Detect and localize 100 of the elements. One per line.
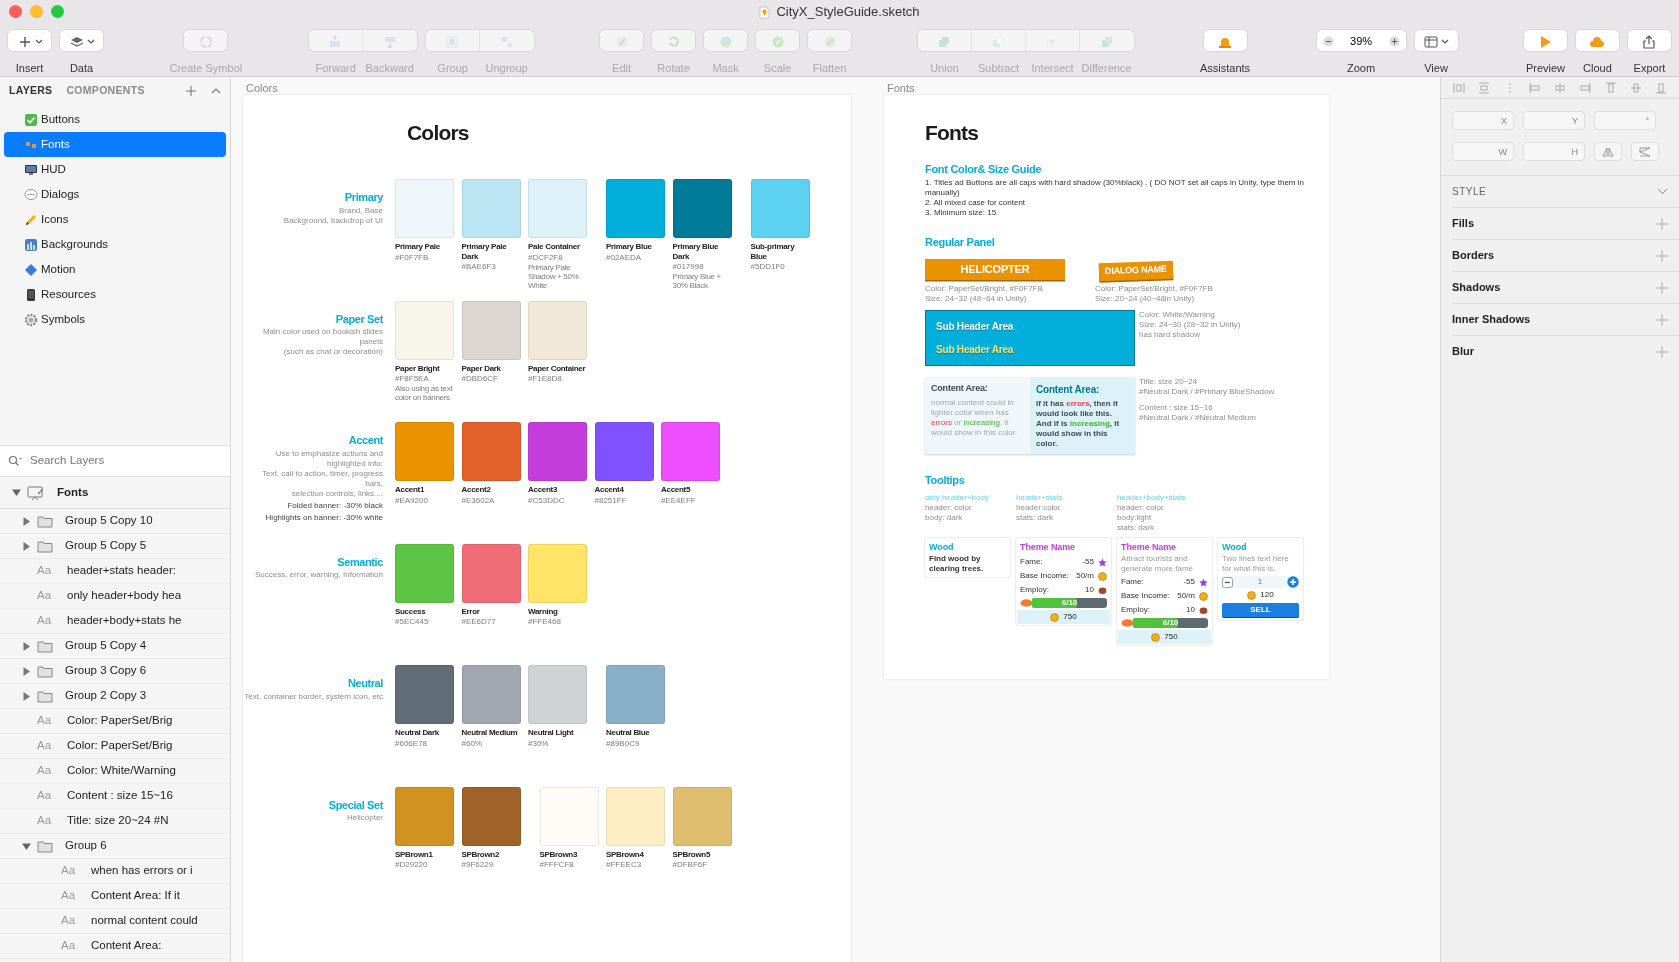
distribute-vertical-icon[interactable]: [1478, 81, 1491, 94]
layer-row[interactable]: Aa Content : size 15~16: [0, 784, 230, 809]
add-icon[interactable]: [185, 85, 197, 97]
layer-row[interactable]: Group 6: [0, 834, 230, 859]
export-button[interactable]: [1627, 30, 1671, 51]
sell-button[interactable]: SELL: [1222, 603, 1299, 617]
layer-row[interactable]: Group 2 Copy 3: [0, 684, 230, 709]
caret-icon: [34, 38, 43, 45]
preview-button[interactable]: [1523, 30, 1567, 51]
layer-row[interactable]: Aa normal content could: [0, 909, 230, 934]
add-icon[interactable]: [1656, 313, 1668, 326]
layer-row[interactable]: Aa Content Area: If it: [0, 884, 230, 909]
flip-horizontal-button[interactable]: [1594, 142, 1622, 161]
add-icon[interactable]: [1656, 217, 1668, 230]
page-item[interactable]: Symbols: [4, 307, 226, 332]
zoom-button[interactable]: 39%: [1316, 30, 1406, 51]
page-item[interactable]: Backgrounds: [4, 232, 226, 257]
sub-header-text: Sub Header Area: [936, 343, 1015, 357]
panel-tab[interactable]: LAYERS: [9, 83, 53, 99]
section-description: Main color used on bookish slides panels: [261, 327, 383, 347]
align-center-icon[interactable]: [1554, 81, 1566, 94]
stat-value: -55: [1082, 556, 1094, 568]
align-right-icon[interactable]: [1579, 81, 1592, 94]
search-bar[interactable]: Search Layers: [0, 445, 230, 477]
stat-label: Employ:: [1020, 584, 1049, 596]
caption: header: color: [1117, 502, 1165, 513]
coin-icon: [1050, 612, 1060, 622]
expanded-triangle-icon[interactable]: [22, 841, 31, 851]
insert-button[interactable]: [8, 30, 51, 51]
collapsed-triangle-icon[interactable]: [22, 691, 31, 701]
layer-row[interactable]: Aa when has errors or i: [0, 859, 230, 884]
layer-row[interactable]: Aa Color: White/Warning: [0, 759, 230, 784]
page-item[interactable]: HUD: [4, 157, 226, 182]
tooltip-title: Wood: [929, 540, 955, 554]
swatch-name: SPBrown3: [539, 849, 579, 859]
page-item[interactable]: Icons: [4, 207, 226, 232]
style-section-title: Fills: [1452, 216, 1474, 232]
page-item[interactable]: Resources: [4, 282, 226, 307]
artboard-title: Colors: [407, 120, 470, 146]
align-left-icon[interactable]: [1528, 81, 1541, 94]
input-field[interactable]: °: [1594, 111, 1656, 130]
collapsed-triangle-icon[interactable]: [22, 516, 31, 526]
cloud-button[interactable]: [1575, 30, 1619, 51]
caption: stats: dark: [1117, 522, 1155, 533]
layer-row[interactable]: Aa only header+body hea: [0, 584, 230, 609]
layer-row[interactable]: Aa Content Area:: [0, 934, 230, 959]
assistants-button[interactable]: [1203, 30, 1247, 51]
section-heading: Regular Panel: [925, 234, 996, 250]
layer-row[interactable]: Aa Title: size 20~24 #N: [0, 809, 230, 834]
layer-row[interactable]: Group 5 Copy 5: [0, 534, 230, 559]
section-header: STYLE: [1452, 185, 1487, 199]
swatch-note: Also using as text color on banners: [395, 384, 454, 402]
page-item[interactable]: Fonts: [4, 132, 226, 157]
add-icon[interactable]: [1656, 281, 1668, 294]
layer-row[interactable]: Aa header+stats header:: [0, 559, 230, 584]
view-button[interactable]: [1414, 30, 1458, 51]
add-icon[interactable]: [1656, 345, 1668, 358]
minus-icon[interactable]: [1222, 576, 1233, 588]
chevron-icon[interactable]: [1657, 188, 1668, 195]
page-item[interactable]: Dialogs: [4, 182, 226, 207]
input-field[interactable]: Y: [1523, 111, 1585, 130]
window-control-icon[interactable]: [9, 5, 22, 18]
page-item[interactable]: Buttons: [4, 107, 226, 132]
content-text: normal content could in lighter color when has errors or increasing, it would show in this color.: [931, 397, 1019, 438]
input-field[interactable]: X: [1452, 111, 1514, 130]
collapse-icon[interactable]: [211, 88, 221, 94]
input-field[interactable]: W: [1452, 142, 1514, 161]
flip-vertical-button[interactable]: [1631, 142, 1659, 161]
expanded-triangle-icon[interactable]: [12, 488, 21, 497]
input-field[interactable]: H: [1523, 142, 1585, 161]
add-icon[interactable]: [1656, 249, 1668, 262]
collapsed-triangle-icon[interactable]: [22, 541, 31, 551]
caption: #Neutral Dark / #Neutral Medium: [1139, 413, 1257, 423]
distribute-horizontal-icon[interactable]: [1453, 81, 1465, 94]
toolbar-label: Union: [929, 60, 960, 76]
layer-row[interactable]: Aa Color: PaperSet/Brig: [0, 734, 230, 759]
collapsed-triangle-icon[interactable]: [22, 641, 31, 651]
data-button[interactable]: [60, 30, 103, 51]
page-item[interactable]: Motion: [4, 257, 226, 282]
layer-row[interactable]: Group 3 Copy 6: [0, 659, 230, 684]
search-field[interactable]: Search Layers: [28, 451, 208, 471]
align-bottom-icon[interactable]: [1655, 81, 1667, 94]
window-control-icon[interactable]: [51, 5, 64, 18]
layer-row[interactable]: Group 5 Copy 4: [0, 634, 230, 659]
align-middle-icon[interactable]: [1629, 81, 1642, 94]
align-top-icon[interactable]: [1604, 81, 1617, 94]
section-description: Background, backdrop of UI: [282, 215, 383, 226]
swatch-name: Accent4: [594, 485, 625, 495]
layer-row[interactable]: Aa header+body+stats he: [0, 609, 230, 634]
collapsed-triangle-icon[interactable]: [22, 666, 31, 676]
swatch-name: Primary Pale: [395, 242, 441, 252]
section-title: Semantic: [336, 554, 383, 570]
window-control-icon[interactable]: [30, 5, 43, 18]
layer-row[interactable]: Aa Color: PaperSet/Brig: [0, 709, 230, 734]
swatch-name: SPBrown4: [606, 849, 645, 859]
plus-icon[interactable]: [1287, 576, 1299, 588]
layer-row[interactable]: Group 5 Copy 10: [0, 509, 230, 534]
zoom-out-icon[interactable]: [1322, 36, 1334, 47]
zoom-in-icon[interactable]: [1388, 36, 1400, 47]
tooltip-title: Theme Name: [1020, 540, 1077, 554]
